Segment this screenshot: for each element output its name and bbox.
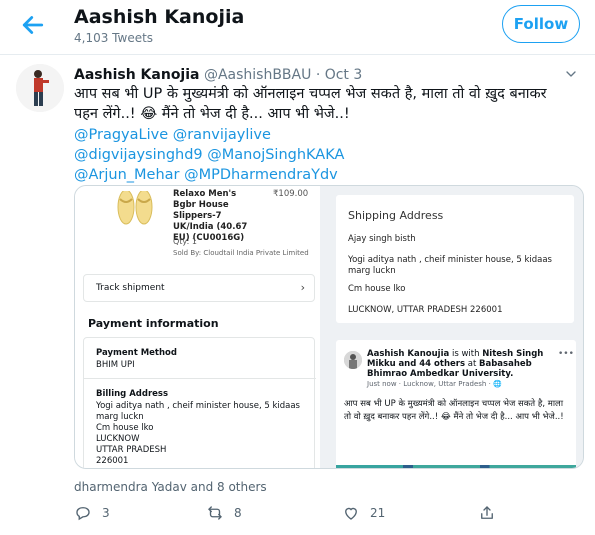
follow-button[interactable]: Follow xyxy=(502,5,580,43)
shipping-name: Ajay singh bisth xyxy=(348,234,416,244)
tweet-media[interactable]: Relaxo Men's Bgbr House Slippers-7 UK/In… xyxy=(74,185,584,469)
track-shipment-label: Track shipment xyxy=(96,283,165,293)
retweet-count: 8 xyxy=(234,506,242,520)
chevron-down-icon[interactable] xyxy=(563,66,579,82)
like-count: 21 xyxy=(370,506,386,520)
divider xyxy=(84,378,316,379)
tweet-text-line: आप सब भी UP के मुख्यमंत्री को ऑनलाइन चप्… xyxy=(74,86,547,102)
liked-by[interactable]: dharmendra Yadav and 8 others xyxy=(74,480,267,494)
retweet-icon xyxy=(208,506,222,520)
fb-photo-strip xyxy=(336,465,576,468)
author-avatar[interactable] xyxy=(16,64,64,112)
retweet-button[interactable]: 8 xyxy=(206,504,242,522)
heart-icon xyxy=(345,507,357,520)
fb-avatar xyxy=(344,351,362,369)
tweet-actions: 3 8 21 xyxy=(74,504,584,528)
more-options-icon: ••• xyxy=(558,349,574,359)
fb-author: Aashish Kanoujia xyxy=(367,349,450,359)
fb-at-text: at xyxy=(467,359,477,369)
payment-box: Payment Method BHIM UPI Billing Address … xyxy=(83,337,316,468)
order-screenshot[interactable]: Relaxo Men's Bgbr House Slippers-7 UK/In… xyxy=(75,186,320,468)
dot-separator: · xyxy=(315,67,321,83)
mention-link[interactable]: @Arjun_Mehar @MPDharmendraYdv xyxy=(74,165,344,185)
tweet-text: आप सब भी UP के मुख्यमंत्री को ऑनलाइन चप्… xyxy=(74,84,584,124)
billing-line: Cm house lko xyxy=(96,423,154,433)
tweet-date[interactable]: Oct 3 xyxy=(325,67,363,83)
shipping-line: Yogi aditya nath , cheif minister house,… xyxy=(348,255,552,276)
billing-line: marg luckn xyxy=(96,412,144,422)
slipper-image xyxy=(117,191,153,225)
shipping-address-card: Shipping Address Ajay singh bisth Yogi a… xyxy=(336,195,574,323)
profile-name: Aashish Kanojia xyxy=(74,6,245,28)
address-and-post-screenshot[interactable]: Shipping Address Ajay singh bisth Yogi a… xyxy=(327,186,583,468)
share-icon xyxy=(481,506,493,519)
reply-count: 3 xyxy=(102,506,110,520)
back-arrow-icon[interactable] xyxy=(18,10,48,40)
reply-icon xyxy=(76,507,90,521)
billing-line: LUCKNOW xyxy=(96,434,140,444)
mention-link[interactable]: @digvijaysinghd9 @ManojSinghKAKA xyxy=(74,145,344,165)
facebook-post-card: Aashish Kanoujia is with Nitesh Singh Mi… xyxy=(336,340,576,468)
payment-method-value: BHIM UPI xyxy=(96,360,135,370)
billing-line: Yogi aditya nath , cheif minister house,… xyxy=(96,401,300,411)
tweet-header: Aashish Kanojia @AashishBBAU · Oct 3 xyxy=(74,67,362,83)
billing-line: UTTAR PRADESH xyxy=(96,445,167,455)
product-seller: Sold By: Cloudtail India Private Limited xyxy=(173,249,309,257)
profile-header: Aashish Kanojia 4,103 Tweets Follow xyxy=(0,0,595,55)
share-button[interactable] xyxy=(478,504,506,522)
tweet-text-line: पहन लेंगे..! 😂 मैंने तो भेज दी है... आप … xyxy=(74,106,350,122)
fb-post-text: आप सब भी UP के मुख्यमंत्री को ऑनलाइन चप्… xyxy=(344,399,564,422)
payment-title: Payment information xyxy=(88,317,219,330)
author-handle[interactable]: @AashishBBAU xyxy=(204,67,311,83)
billing-label: Billing Address xyxy=(96,389,169,399)
tweet-mentions: @PragyaLive @ranvijaylive @digvijaysingh… xyxy=(74,125,344,185)
shipping-line: LUCKNOW, UTTAR PRADESH 226001 xyxy=(348,305,503,315)
fb-post-header: Aashish Kanoujia is with Nitesh Singh Mi… xyxy=(367,349,547,379)
shipping-line: Cm house lko xyxy=(348,284,406,294)
product-row: Relaxo Men's Bgbr House Slippers-7 UK/In… xyxy=(95,186,320,266)
fb-others: and 44 others xyxy=(398,359,466,369)
product-price: ₹109.00 xyxy=(273,189,309,199)
payment-method-label: Payment Method xyxy=(96,348,177,358)
reply-button[interactable]: 3 xyxy=(74,504,110,522)
tweet-count: 4,103 Tweets xyxy=(74,31,154,45)
fb-post-meta: Just now · Lucknow, Uttar Pradesh · 🌐 xyxy=(367,380,502,388)
billing-line: 226001 xyxy=(96,456,129,466)
author-name[interactable]: Aashish Kanojia xyxy=(74,67,199,83)
product-name: Relaxo Men's Bgbr House Slippers-7 UK/In… xyxy=(173,189,248,243)
track-shipment-row: Track shipment › xyxy=(83,274,315,302)
mention-link[interactable]: @PragyaLive @ranvijaylive xyxy=(74,125,344,145)
chevron-right-icon: › xyxy=(300,281,305,294)
fb-with-text: is with xyxy=(451,349,480,359)
product-qty: Qty: 1 xyxy=(173,237,197,246)
billing-address: Yogi aditya nath , cheif minister house,… xyxy=(96,401,306,467)
like-button[interactable]: 21 xyxy=(342,504,385,522)
shipping-title: Shipping Address xyxy=(348,209,444,222)
